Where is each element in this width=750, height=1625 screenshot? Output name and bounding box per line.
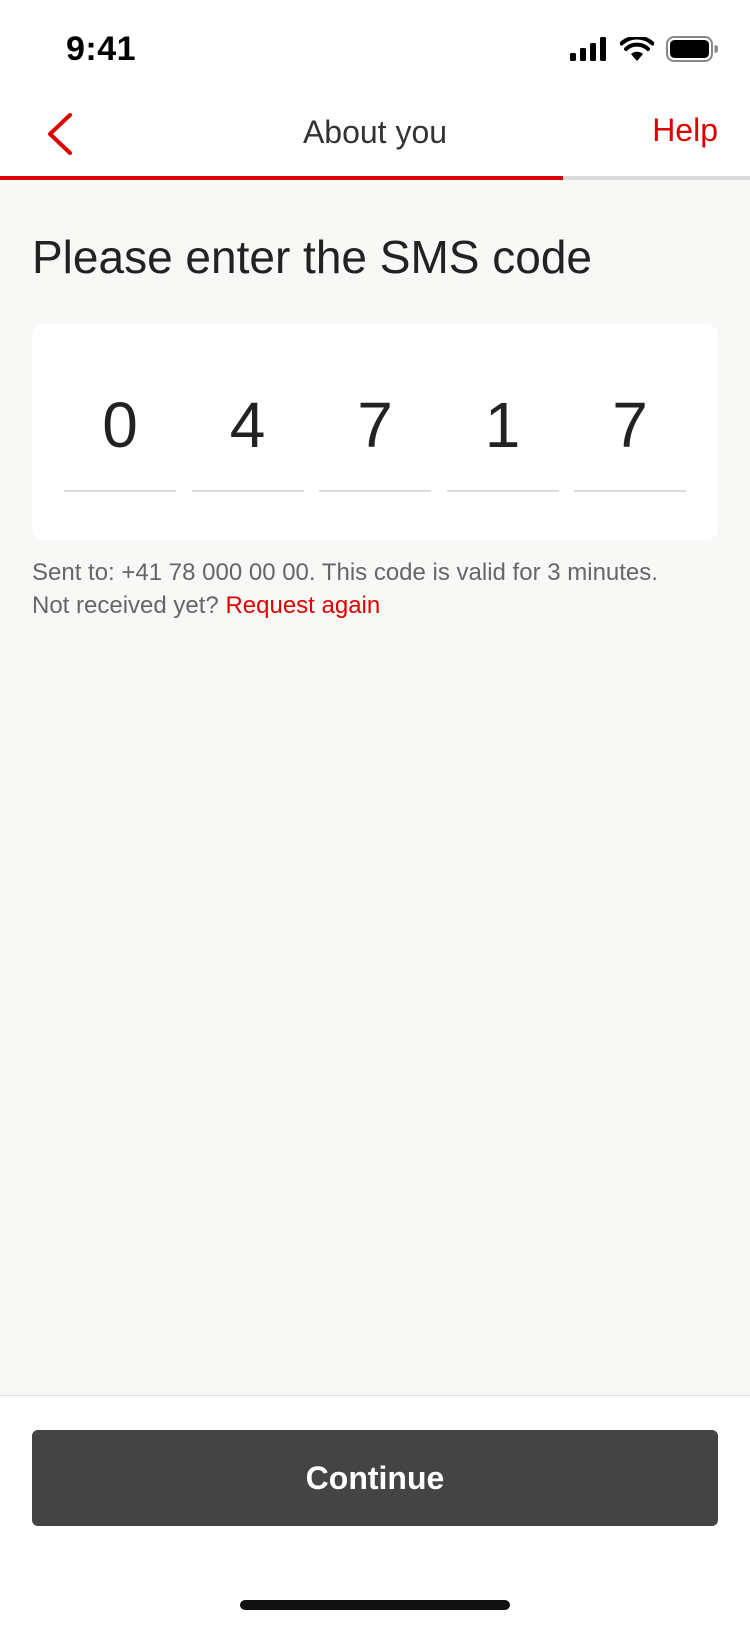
continue-button[interactable]: Continue	[32, 1430, 718, 1526]
cellular-signal-icon	[570, 37, 606, 61]
sms-info-text: Sent to: +41 78 000 00 00. This code is …	[32, 556, 722, 622]
home-indicator	[240, 1600, 510, 1610]
battery-icon	[666, 36, 718, 62]
code-digit-4[interactable]: 1	[446, 324, 559, 492]
code-digit-3[interactable]: 7	[319, 324, 431, 492]
progress-bar-fill	[0, 176, 563, 180]
not-received-text: Not received yet?	[32, 592, 219, 619]
navigation-bar: About you Help	[0, 96, 750, 176]
request-again-link[interactable]: Request again	[225, 592, 380, 619]
wifi-icon	[620, 37, 654, 61]
progress-bar	[0, 176, 750, 180]
code-digit-5[interactable]: 7	[574, 324, 686, 492]
code-digit-2[interactable]: 4	[191, 324, 304, 492]
status-bar: 9:41	[0, 0, 750, 96]
page-title: Please enter the SMS code	[32, 231, 592, 283]
status-icons	[570, 36, 718, 62]
help-link[interactable]: Help	[652, 112, 718, 149]
status-time: 9:41	[66, 30, 137, 68]
bottom-action-area: Continue	[0, 1395, 750, 1625]
code-digit-1[interactable]: 0	[64, 324, 176, 492]
nav-title: About you	[302, 114, 448, 150]
sent-to-text: Sent to: +41 78 000 00 00. This code is …	[32, 559, 658, 586]
sms-code-input: 0 4 7 1 7	[32, 324, 718, 540]
resend-line: Not received yet? Request again	[32, 589, 722, 622]
